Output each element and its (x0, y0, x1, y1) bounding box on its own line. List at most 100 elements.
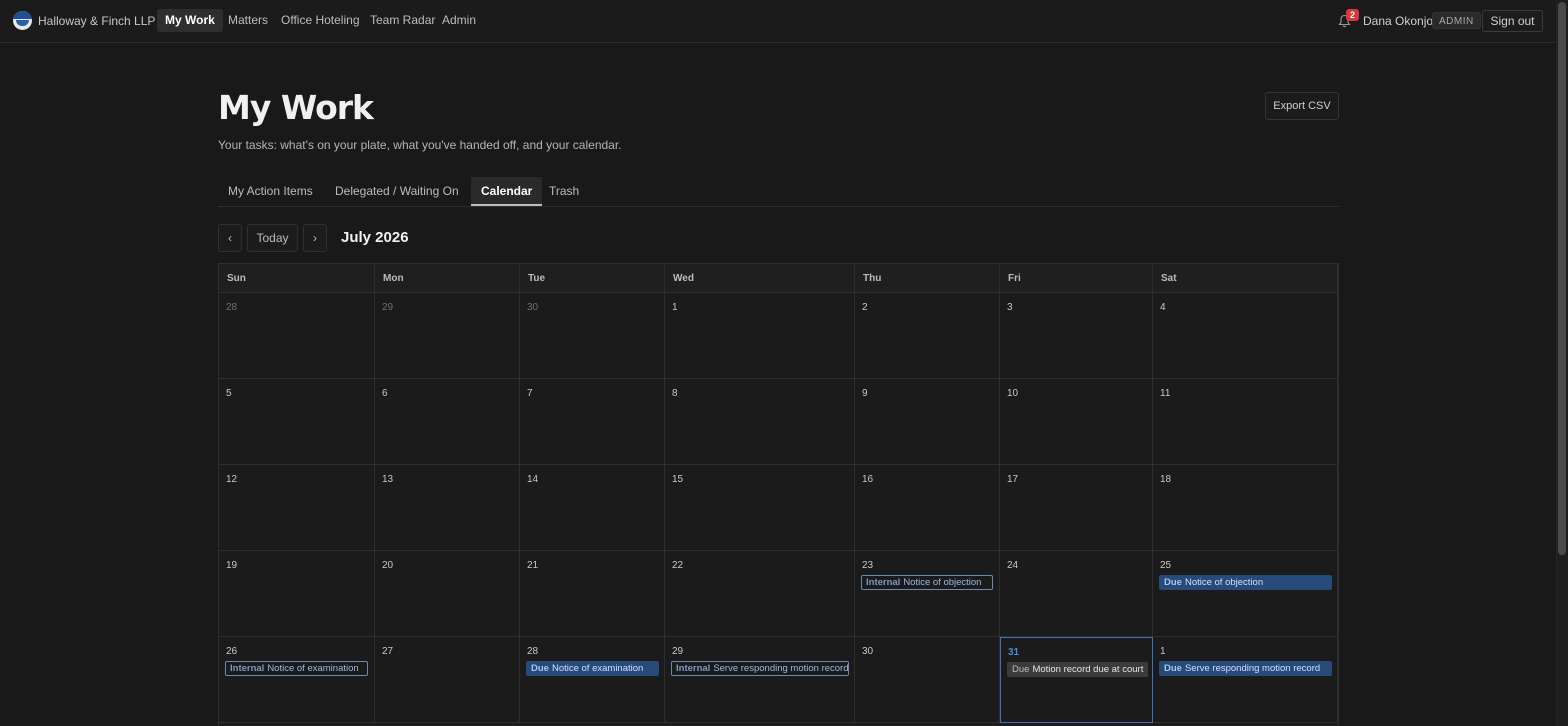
calendar-day-cell[interactable]: 3 (1000, 293, 1153, 379)
page-title: My Work (218, 88, 374, 127)
weekday-header-tue: Tue (520, 264, 665, 293)
tab-bar: My Action Items Delegated / Waiting On C… (218, 177, 1339, 207)
calendar-day-cell[interactable]: 27 (375, 637, 520, 723)
day-number: 15 (672, 474, 684, 485)
calendar-day-cell[interactable]: 18 (1153, 465, 1338, 551)
calendar-day-cell[interactable]: 26 Internal Notice of examination (219, 637, 375, 723)
next-month-button[interactable]: › (303, 224, 327, 252)
calendar-day-cell[interactable]: 29 Internal Serve responding motion record (665, 637, 855, 723)
calendar-day-cell[interactable]: 28 (219, 293, 375, 379)
day-number: 17 (1007, 474, 1019, 485)
calendar-day-cell[interactable]: 4 (1153, 293, 1338, 379)
nav-my-work[interactable]: My Work (157, 9, 223, 32)
calendar-event-internal[interactable]: Internal Notice of examination (225, 661, 368, 676)
page-subtitle: Your tasks: what's on your plate, what y… (218, 138, 622, 152)
calendar-day-cell[interactable]: 1 Due Serve responding motion record (1153, 637, 1338, 723)
firm-name[interactable]: Halloway & Finch LLP (38, 14, 155, 28)
calendar-day-cell[interactable]: 16 (855, 465, 1000, 551)
calendar-event-due[interactable]: Due Notice of objection (1159, 575, 1332, 590)
tab-trash[interactable]: Trash (539, 177, 589, 206)
event-title: Notice of examination (267, 663, 359, 674)
nav-matters[interactable]: Matters (220, 9, 276, 32)
tab-delegated-waiting-on[interactable]: Delegated / Waiting On (325, 177, 469, 206)
calendar-day-cell[interactable]: 22 (665, 551, 855, 637)
event-kind-label: Internal (676, 663, 711, 674)
month-label: July 2026 (341, 229, 409, 246)
event-kind-label: Due (1164, 577, 1182, 588)
calendar-day-cell[interactable]: 29 (375, 293, 520, 379)
event-title: Notice of objection (1184, 577, 1264, 588)
day-number: 10 (1007, 388, 1019, 399)
calendar-day-cell[interactable]: 30 (520, 293, 665, 379)
day-number: 30 (862, 646, 874, 657)
event-kind-label: Internal (230, 663, 265, 674)
calendar-day-cell[interactable]: 10 (1000, 379, 1153, 465)
calendar-day-cell[interactable]: 1 (665, 293, 855, 379)
calendar-day-cell-today[interactable]: 31 Due Motion record due at court (1000, 637, 1153, 723)
calendar-day-cell[interactable]: 8 (665, 379, 855, 465)
calendar-day-cell[interactable]: 12 (219, 465, 375, 551)
calendar-day-cell[interactable]: 9 (855, 379, 1000, 465)
day-number: 18 (1160, 474, 1172, 485)
day-number: 21 (527, 560, 539, 571)
calendar-grid: Sun Mon Tue Wed Thu Fri Sat 28 29 30 1 2 3 4 5 6 7 8 9 10 11… (218, 263, 1339, 726)
calendar-day-cell[interactable]: 17 (1000, 465, 1153, 551)
notification-count-badge: 2 (1346, 9, 1359, 21)
calendar-event-internal[interactable]: Internal Serve responding motion record (671, 661, 849, 676)
day-number: 1 (1160, 646, 1166, 657)
calendar-event-due[interactable]: Due Serve responding motion record (1159, 661, 1332, 676)
event-kind-label: Due (1164, 663, 1182, 674)
weekday-header-sat: Sat (1153, 264, 1338, 293)
today-button[interactable]: Today (247, 224, 298, 252)
day-number: 1 (672, 302, 678, 313)
calendar-day-cell[interactable]: 21 (520, 551, 665, 637)
day-number: 13 (382, 474, 394, 485)
nav-team-radar[interactable]: Team Radar (362, 9, 443, 32)
day-number: 26 (226, 646, 238, 657)
day-number: 16 (862, 474, 874, 485)
day-number: 28 (527, 646, 539, 657)
calendar-day-cell[interactable]: 30 (855, 637, 1000, 723)
day-number: 27 (382, 646, 394, 657)
calendar-day-cell[interactable]: 14 (520, 465, 665, 551)
calendar-event-internal[interactable]: Internal Notice of objection (861, 575, 993, 590)
calendar-day-cell[interactable]: 28 Due Notice of examination (520, 637, 665, 723)
export-csv-button[interactable]: Export CSV (1265, 92, 1339, 120)
calendar-day-cell[interactable]: 6 (375, 379, 520, 465)
tab-my-action-items[interactable]: My Action Items (218, 177, 323, 206)
calendar-day-cell[interactable]: 24 (1000, 551, 1153, 637)
calendar-day-cell[interactable]: 13 (375, 465, 520, 551)
calendar-day-cell[interactable]: 11 (1153, 379, 1338, 465)
scrollbar-thumb[interactable] (1558, 2, 1566, 555)
event-title: Motion record due at court (1032, 664, 1144, 675)
calendar-day-cell[interactable]: 7 (520, 379, 665, 465)
day-number: 20 (382, 560, 394, 571)
tab-calendar[interactable]: Calendar (471, 177, 543, 206)
sign-out-button[interactable]: Sign out (1482, 10, 1543, 32)
user-name: Dana Okonjo (1363, 14, 1434, 28)
event-title: Notice of objection (903, 577, 982, 588)
calendar-day-cell[interactable]: 2 (855, 293, 1000, 379)
calendar-event-due[interactable]: Due Notice of examination (526, 661, 659, 676)
event-kind-label: Due (1012, 664, 1030, 675)
calendar-day-cell[interactable]: 15 (665, 465, 855, 551)
day-number: 25 (1160, 560, 1172, 571)
calendar-day-cell[interactable]: 19 (219, 551, 375, 637)
firm-logo-icon[interactable] (13, 11, 32, 30)
nav-admin[interactable]: Admin (434, 9, 484, 32)
calendar-day-cell[interactable]: 5 (219, 379, 375, 465)
calendar-event-court[interactable]: Due Motion record due at court (1007, 662, 1148, 677)
event-kind-label: Internal (866, 577, 901, 588)
day-number: 24 (1007, 560, 1019, 571)
nav-office-hoteling[interactable]: Office Hoteling (273, 9, 368, 32)
calendar-day-cell[interactable]: 23 Internal Notice of objection (855, 551, 1000, 637)
day-number: 22 (672, 560, 684, 571)
event-title: Notice of examination (551, 663, 644, 674)
day-number: 9 (862, 388, 868, 399)
day-number: 12 (226, 474, 238, 485)
calendar-day-cell[interactable]: 25 Due Notice of objection (1153, 551, 1338, 637)
prev-month-button[interactable]: ‹ (218, 224, 242, 252)
calendar-day-cell[interactable]: 20 (375, 551, 520, 637)
day-number: 3 (1007, 302, 1013, 313)
day-number: 8 (672, 388, 678, 399)
